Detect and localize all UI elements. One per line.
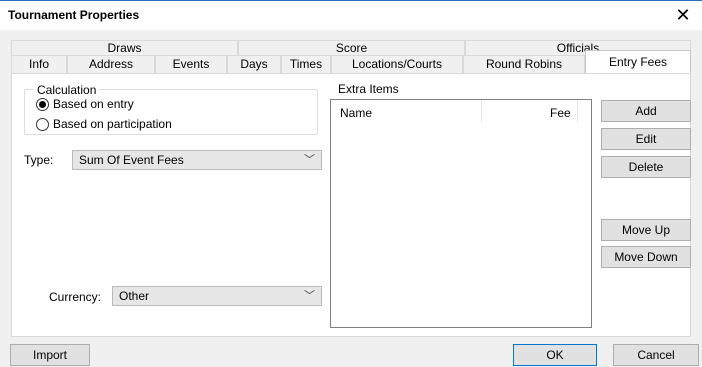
currency-label: Currency: xyxy=(49,290,102,304)
tab-round-robins[interactable]: Round Robins xyxy=(463,55,585,73)
extra-items-list[interactable]: Name Fee xyxy=(330,99,592,328)
column-separator[interactable] xyxy=(577,100,578,122)
calculation-label: Calculation xyxy=(34,83,100,97)
tab-info[interactable]: Info xyxy=(11,55,67,73)
tab-times[interactable]: Times xyxy=(281,55,331,73)
tab-row-front: Info Address Events Days Times Locations… xyxy=(11,50,691,74)
column-separator[interactable] xyxy=(481,100,482,122)
edit-button[interactable]: Edit xyxy=(601,128,691,150)
close-icon[interactable]: ✕ xyxy=(672,5,694,27)
type-select-value: Sum Of Event Fees xyxy=(79,153,184,167)
type-select[interactable]: Sum Of Event Fees ﹀ xyxy=(72,150,322,170)
move-down-button[interactable]: Move Down xyxy=(601,246,691,268)
radio-icon-unchecked xyxy=(36,117,49,131)
delete-button[interactable]: Delete xyxy=(601,156,691,178)
extra-items-label: Extra Items xyxy=(338,82,399,96)
tab-entry-fees[interactable]: Entry Fees xyxy=(585,50,691,74)
type-label: Type: xyxy=(24,153,54,167)
radio-based-on-participation[interactable]: Based on participation xyxy=(36,116,172,132)
chevron-down-icon: ﹀ xyxy=(304,154,315,166)
tab-draws[interactable]: Draws xyxy=(11,40,238,56)
tab-score[interactable]: Score xyxy=(238,40,465,56)
column-header-name[interactable]: Name xyxy=(340,106,372,120)
column-header-fee[interactable]: Fee xyxy=(550,106,571,120)
title-bar: Tournament Properties ✕ xyxy=(0,0,702,30)
currency-select[interactable]: Other ﹀ xyxy=(112,286,322,306)
cancel-button[interactable]: Cancel xyxy=(613,344,699,366)
import-button[interactable]: Import xyxy=(10,344,90,366)
radio-based-on-entry-label: Based on entry xyxy=(53,97,134,111)
radio-icon-checked xyxy=(36,97,49,111)
ok-button[interactable]: OK xyxy=(513,344,597,366)
radio-based-on-entry[interactable]: Based on entry xyxy=(36,96,134,112)
add-button[interactable]: Add xyxy=(601,100,691,122)
radio-based-on-participation-label: Based on participation xyxy=(53,117,172,131)
chevron-down-icon: ﹀ xyxy=(304,290,315,302)
tab-days[interactable]: Days xyxy=(227,55,281,73)
tab-locations-courts[interactable]: Locations/Courts xyxy=(331,55,463,73)
tab-events[interactable]: Events xyxy=(155,55,227,73)
currency-select-value: Other xyxy=(119,289,150,303)
window-title: Tournament Properties xyxy=(8,8,140,22)
tab-address[interactable]: Address xyxy=(67,55,155,73)
list-header: Name Fee xyxy=(331,100,591,122)
move-up-button[interactable]: Move Up xyxy=(601,219,691,241)
